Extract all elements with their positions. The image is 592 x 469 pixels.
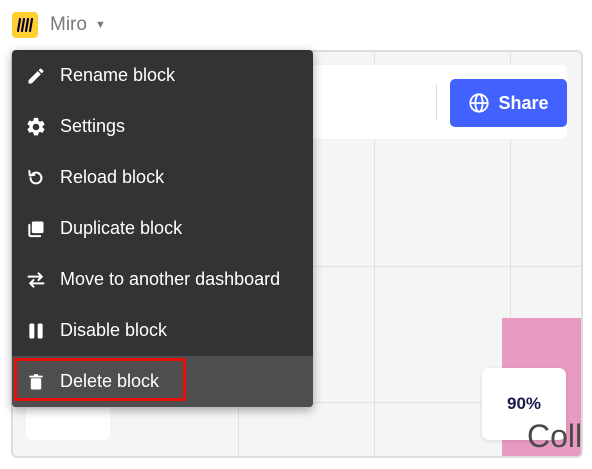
toolbar-divider — [436, 84, 437, 120]
menu-item-label: Duplicate block — [60, 218, 183, 238]
menu-item-duplicate-block[interactable]: Duplicate block — [12, 203, 313, 254]
board-partial-text: Coll — [527, 418, 583, 454]
pause-icon — [12, 321, 60, 341]
page: Miro ▼ Share 90% Coll Rename block Setti… — [0, 0, 592, 469]
share-button[interactable]: Share — [450, 79, 567, 127]
app-header[interactable]: Miro ▼ — [12, 10, 106, 40]
menu-item-disable-block[interactable]: Disable block — [12, 305, 313, 356]
menu-item-reload-block[interactable]: Reload block — [12, 152, 313, 203]
menu-item-rename-block[interactable]: Rename block — [12, 50, 313, 101]
menu-item-label: Rename block — [60, 65, 176, 85]
app-title[interactable]: Miro — [50, 14, 87, 36]
globe-icon — [469, 93, 490, 113]
menu-item-label: Delete block — [60, 371, 160, 391]
menu-item-settings[interactable]: Settings — [12, 101, 313, 152]
reload-icon — [12, 168, 60, 188]
duplicate-icon — [12, 219, 60, 239]
miro-logo-icon — [12, 12, 38, 38]
menu-item-move-to-dashboard[interactable]: Move to another dashboard — [12, 254, 313, 305]
swap-arrows-icon — [12, 270, 60, 290]
zoom-level: 90% — [506, 394, 542, 413]
pencil-icon — [12, 66, 60, 86]
menu-item-label: Disable block — [60, 320, 168, 340]
block-context-menu: Rename block Settings Reload block Dupli… — [12, 50, 313, 407]
share-label: Share — [498, 92, 549, 113]
trash-icon — [12, 372, 60, 392]
chevron-down-icon[interactable]: ▼ — [95, 19, 106, 31]
menu-item-label: Move to another dashboard — [60, 269, 281, 289]
gear-icon — [12, 116, 60, 138]
menu-item-label: Settings — [60, 116, 126, 136]
menu-item-delete-block[interactable]: Delete block — [12, 356, 313, 407]
menu-item-label: Reload block — [60, 167, 165, 187]
